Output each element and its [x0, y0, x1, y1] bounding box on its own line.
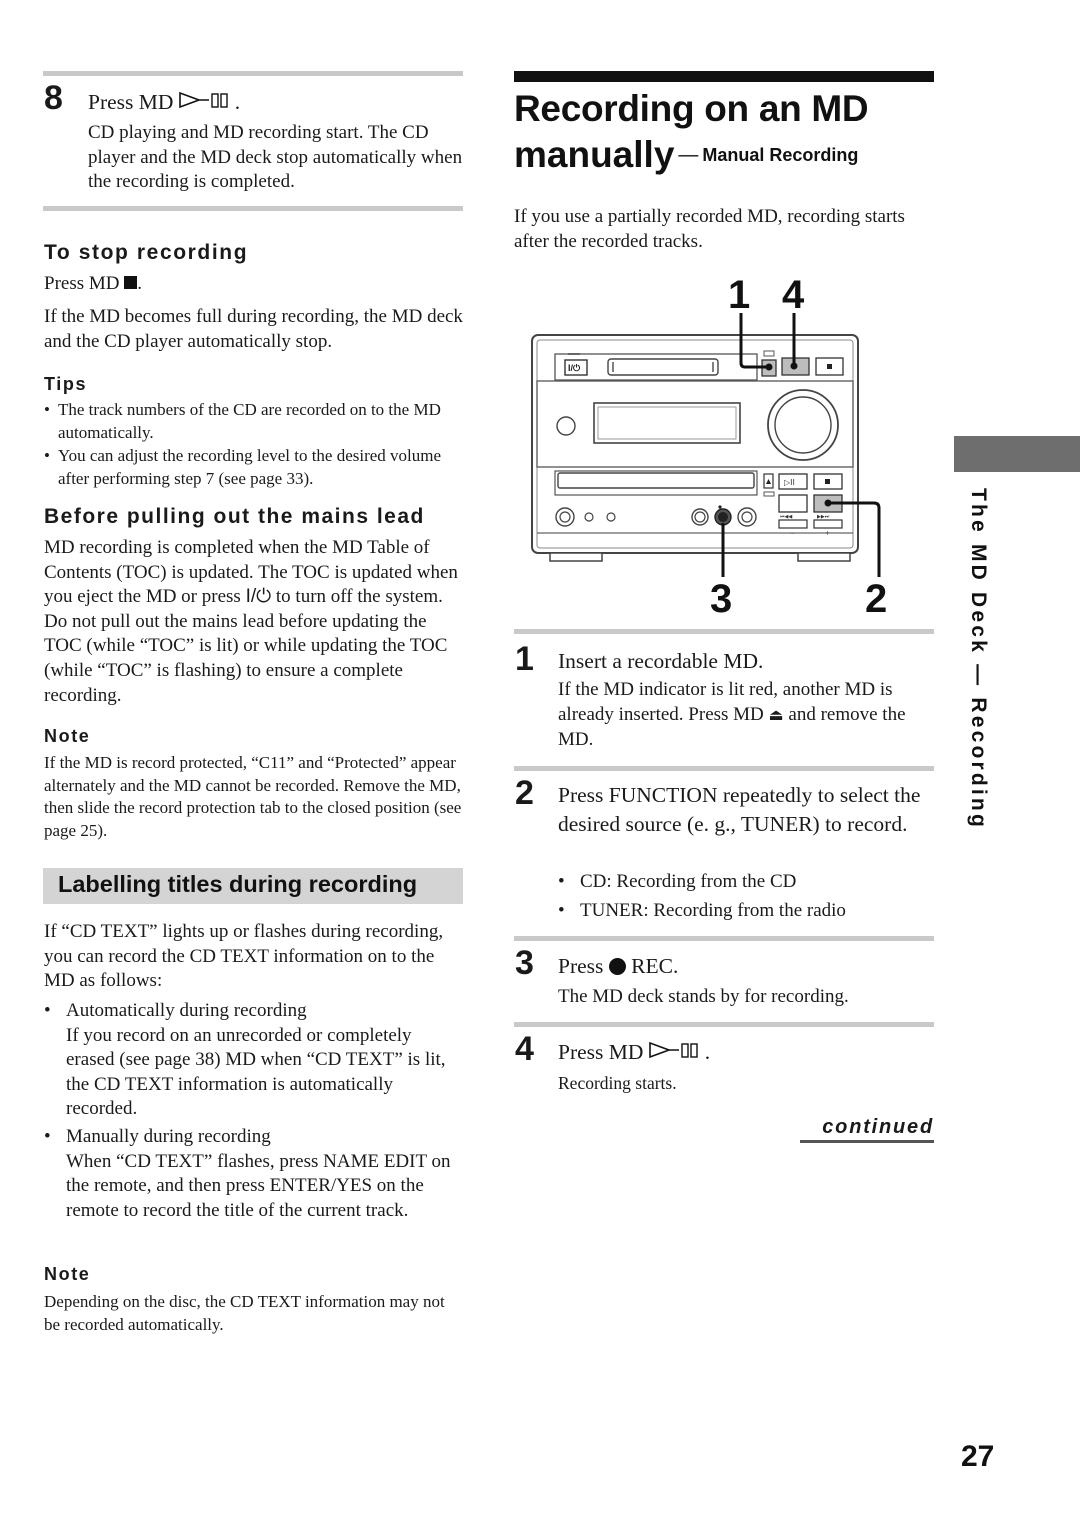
power-icon: I/⏻: [245, 586, 272, 608]
side-tab: [954, 436, 1080, 472]
labelling-list: Automatically during recording If you re…: [44, 999, 464, 1223]
note-body: If the MD is record protected, “C11” and…: [44, 753, 462, 840]
note-heading: Note: [44, 726, 91, 746]
step-body: CD playing and MD recording start. The C…: [88, 122, 463, 193]
source-list: CD: Recording from the CD TUNER: Recordi…: [558, 870, 933, 923]
step-title: Press FUNCTION repeatedly to select the …: [558, 783, 921, 836]
callout-4: 4: [782, 273, 805, 317]
sensor: [556, 416, 576, 436]
paragraph: MD recording is completed when the MD Ta…: [44, 537, 458, 706]
paragraph: If the MD becomes full during recording,…: [44, 306, 463, 352]
list-item: TUNER: Recording from the radio: [558, 899, 933, 924]
divider: [43, 71, 463, 76]
play-pause-icon: ▷II: [784, 478, 795, 487]
section-heading: To stop recording: [44, 241, 249, 264]
callout-3: 3: [710, 577, 732, 621]
stop-instruction: Press MD .: [44, 273, 142, 294]
note-body: Depending on the disc, the CD TEXT infor…: [44, 1292, 445, 1334]
stop-icon: [825, 479, 830, 484]
section-heading: Before pulling out the mains lead: [44, 505, 425, 528]
note-heading: Note: [44, 1264, 91, 1284]
play-pause-icon: [178, 91, 228, 109]
minus-button[interactable]: [778, 519, 808, 529]
page-title-line2: manually — Manual Recording: [514, 134, 859, 175]
section-heading: Labelling titles during recording: [58, 871, 418, 897]
continued-underline: [800, 1140, 934, 1143]
step-body: The MD deck stands by for recording.: [558, 986, 849, 1007]
prev-icon: ⏮◀◀: [780, 514, 792, 520]
minus-label: −: [790, 530, 795, 537]
tip-item: The track numbers of the CD are recorded…: [44, 399, 464, 444]
stereo-diagram: 1 4 3 2 I/⏻ ▷II ⏮◀◀ ▶▶⏭ − +: [520, 265, 900, 625]
divider: [514, 766, 934, 771]
step-title: Press MD .: [88, 90, 241, 114]
intro-paragraph: If you use a partially recorded MD, reco…: [514, 206, 905, 252]
callout-1: 1: [728, 273, 750, 317]
divider: [514, 629, 934, 634]
rec-icon: [608, 958, 626, 975]
side-tab-label: The MD Deck — Recording: [967, 488, 990, 830]
stop-icon: [124, 276, 138, 289]
step-number: 8: [44, 79, 63, 117]
cd-tray: [557, 472, 755, 489]
list-item: CD: Recording from the CD: [558, 870, 933, 895]
stop-icon: [827, 364, 832, 369]
tips-heading: Tips: [44, 374, 88, 394]
list-item: Automatically during recording If you re…: [44, 999, 464, 1122]
divider: [514, 936, 934, 941]
step-number: 4: [515, 1030, 534, 1068]
divider: [43, 206, 463, 211]
stereo-illustration: 1 4 3 2 I/⏻ ▷II ⏮◀◀ ▶▶⏭ − +: [531, 273, 887, 621]
display-panel: [536, 380, 854, 468]
continued-label: continued: [822, 1116, 934, 1138]
divider: [514, 1022, 934, 1027]
paragraph: If “CD TEXT” lights up or flashes during…: [44, 921, 444, 992]
title-bar: [514, 71, 934, 82]
step-title: Press REC.: [558, 954, 679, 978]
page-number: 27: [961, 1440, 995, 1473]
step-title: Insert a recordable MD.: [558, 649, 764, 673]
plus-button[interactable]: [813, 519, 843, 529]
list-item: Manually during recording When “CD TEXT”…: [44, 1125, 464, 1223]
callout-2: 2: [865, 577, 887, 621]
md-slot: [607, 358, 719, 376]
power-icon: I/⏻: [568, 363, 581, 373]
tip-item: You can adjust the recording level to th…: [44, 445, 464, 490]
section-heading-band: Labelling titles during recording: [43, 868, 463, 904]
page-subtitle: Manual Recording: [702, 145, 859, 165]
step-number: 2: [515, 774, 534, 812]
eject-icon: ⏏: [768, 706, 784, 724]
plus-label: +: [825, 530, 830, 537]
step-number: 3: [515, 944, 534, 982]
next-icon: ▶▶⏭: [817, 514, 830, 520]
play-pause-icon: [648, 1041, 698, 1059]
step-body: If the MD indicator is lit red, another …: [558, 679, 906, 751]
tips-list: The track numbers of the CD are recorded…: [44, 399, 464, 490]
step-number: 1: [515, 640, 534, 678]
step-title: Press MD .: [558, 1040, 711, 1064]
function-button[interactable]: [778, 494, 808, 513]
page-title: Recording on an MD: [514, 88, 869, 129]
step-body: Recording starts.: [558, 1073, 677, 1093]
